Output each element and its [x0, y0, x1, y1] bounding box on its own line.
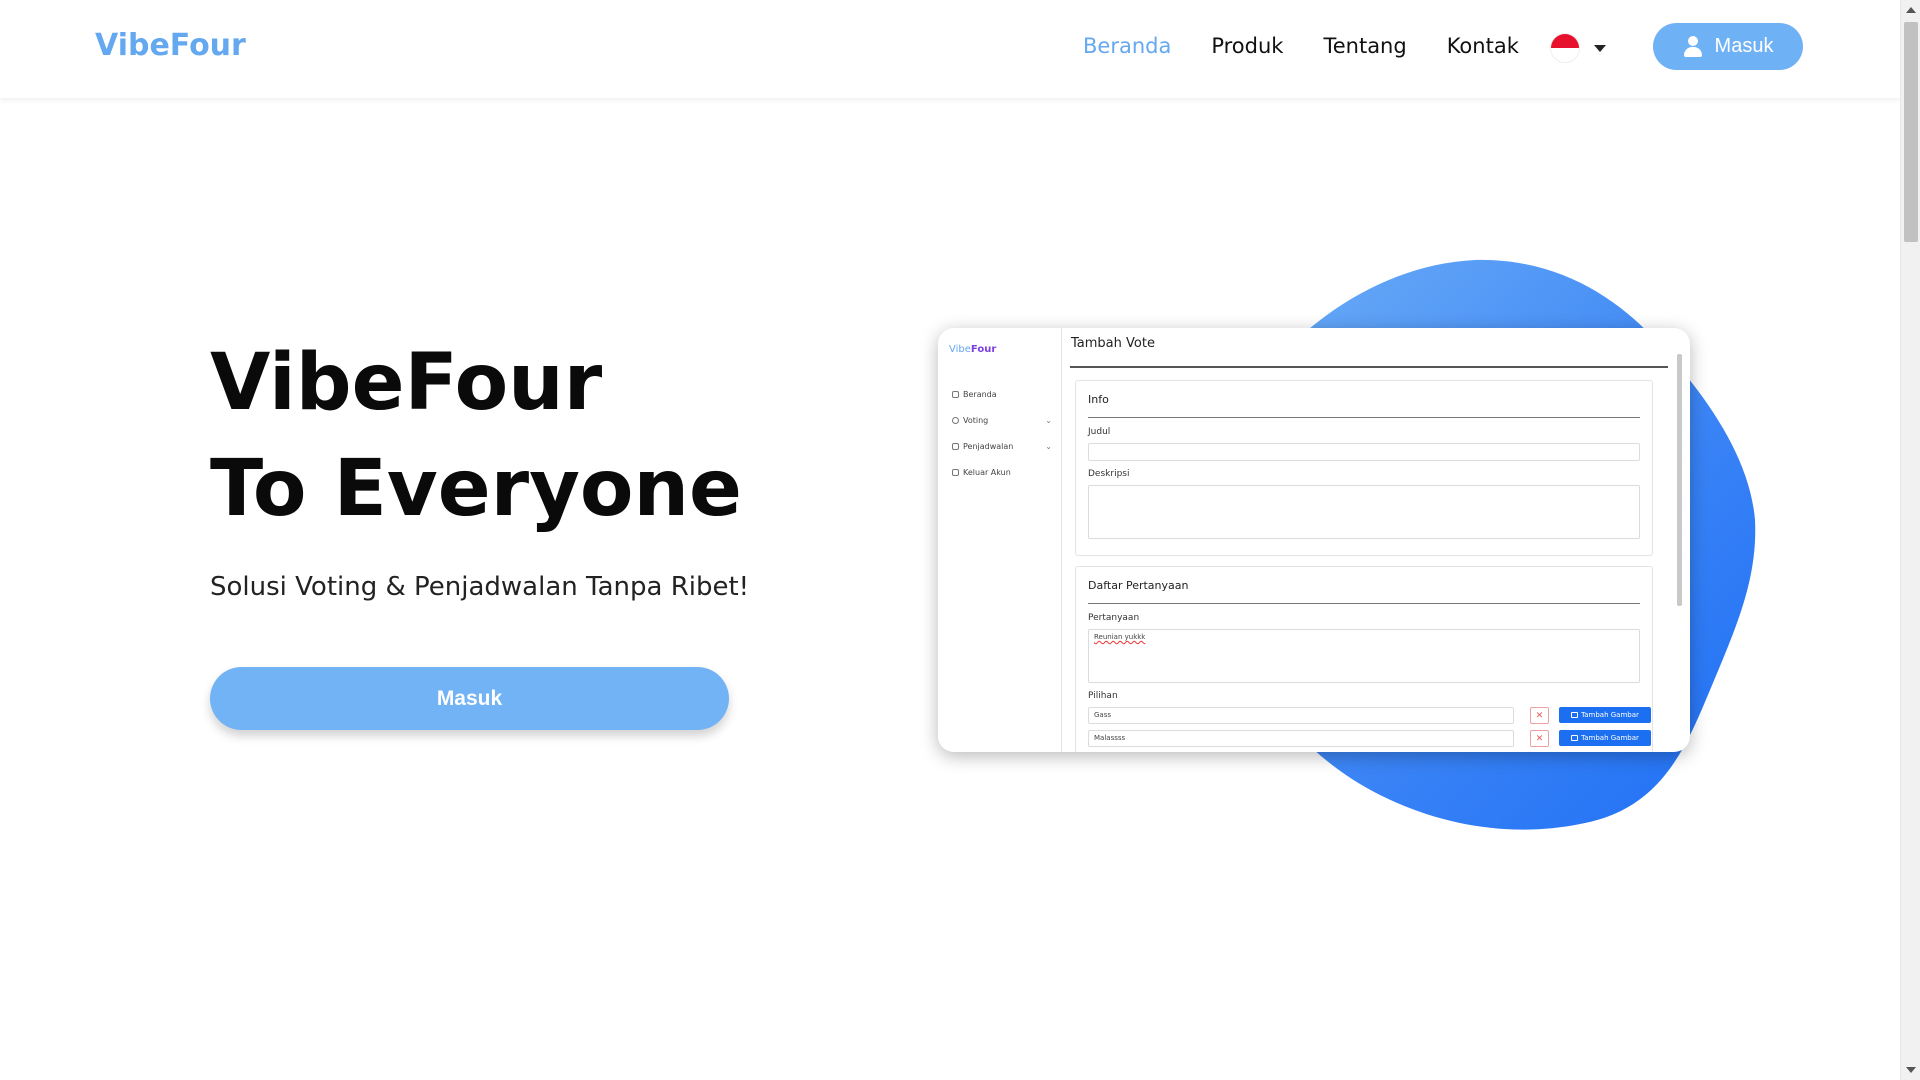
- mockup-scrollbar: [1677, 354, 1682, 606]
- add-image-button: Tambah Gambar: [1559, 730, 1651, 746]
- remove-option-icon: ✕: [1530, 707, 1549, 724]
- mockup-title-divider: [1070, 366, 1668, 368]
- nav-login-label: Masuk: [1714, 35, 1774, 57]
- language-selector[interactable]: [1550, 33, 1606, 63]
- nav-link-produk[interactable]: Produk: [1211, 34, 1283, 58]
- scroll-up-arrow-icon[interactable]: [1901, 0, 1920, 20]
- mockup-nav-voting: Voting ⌄: [952, 416, 1052, 425]
- questions-card-title: Daftar Pertanyaan: [1088, 579, 1189, 592]
- nav-login-button[interactable]: Masuk: [1653, 23, 1803, 70]
- pertanyaan-label: Pertanyaan: [1088, 613, 1140, 623]
- hero-login-button[interactable]: Masuk: [210, 667, 729, 730]
- nav-link-beranda[interactable]: Beranda: [1083, 34, 1171, 58]
- hero-title-line2: To Everyone: [210, 444, 742, 534]
- mockup-info-card: Info Judul Deskripsi: [1075, 380, 1653, 556]
- mockup-main: Tambah Vote Info Judul Deskripsi Daftar …: [1062, 328, 1690, 752]
- hero-title: VibeFour To Everyone: [210, 330, 742, 542]
- chevron-down-icon: ⌄: [1045, 416, 1052, 425]
- judul-input: [1088, 443, 1640, 461]
- mockup-nav-penjadwalan: Penjadwalan ⌄: [952, 442, 1052, 451]
- calendar-icon: [952, 443, 959, 450]
- brand-logo[interactable]: VibeFour: [95, 28, 246, 63]
- nav-links: Beranda Produk Tentang Kontak: [1083, 34, 1519, 58]
- logout-icon: [952, 469, 959, 476]
- hero-title-line1: VibeFour: [210, 338, 603, 428]
- judul-label: Judul: [1088, 427, 1111, 437]
- info-card-divider: [1088, 417, 1640, 418]
- home-icon: [952, 391, 959, 398]
- mockup-nav-logout: Keluar Akun: [952, 468, 1052, 477]
- scrollbar-thumb[interactable]: [1904, 22, 1918, 242]
- navbar: VibeFour Beranda Produk Tentang Kontak M…: [0, 0, 1900, 98]
- pertanyaan-textarea: Reunian yukkk: [1088, 629, 1640, 683]
- mockup-questions-card: Daftar Pertanyaan Pertanyaan Reunian yuk…: [1075, 566, 1653, 752]
- image-icon: [1571, 712, 1579, 718]
- hero-subtitle: Solusi Voting & Penjadwalan Tanpa Ribet!: [210, 572, 750, 602]
- user-icon: [1683, 35, 1703, 58]
- deskripsi-textarea: [1088, 485, 1640, 539]
- mockup-nav-beranda: Beranda: [952, 390, 1052, 399]
- questions-card-divider: [1088, 603, 1640, 604]
- remove-option-icon: ✕: [1530, 730, 1549, 747]
- mockup-sidebar: VibeFour Beranda Voting ⌄ Penjadwalan ⌄ Ke…: [938, 328, 1062, 752]
- pilihan-label: Pilihan: [1088, 691, 1118, 701]
- app-screenshot-mockup: VibeFour Beranda Voting ⌄ Penjadwalan ⌄ Ke…: [938, 328, 1690, 752]
- image-icon: [1571, 735, 1579, 741]
- indonesia-flag-icon: [1550, 33, 1580, 63]
- deskripsi-label: Deskripsi: [1088, 469, 1130, 479]
- option-input: Malassss: [1088, 730, 1514, 747]
- nav-link-tentang[interactable]: Tentang: [1323, 34, 1406, 58]
- chevron-down-icon: ⌄: [1045, 442, 1052, 451]
- info-card-title: Info: [1088, 393, 1109, 406]
- scroll-down-arrow-icon[interactable]: [1901, 1060, 1920, 1080]
- page-scrollbar[interactable]: [1900, 0, 1920, 1080]
- check-circle-icon: [952, 417, 959, 424]
- mockup-brand: VibeFour: [949, 344, 997, 355]
- mockup-page-title: Tambah Vote: [1071, 336, 1155, 351]
- caret-down-icon: [1594, 44, 1606, 52]
- option-input: Gass: [1088, 707, 1514, 724]
- add-image-button: Tambah Gambar: [1559, 707, 1651, 723]
- nav-link-kontak[interactable]: Kontak: [1447, 34, 1519, 58]
